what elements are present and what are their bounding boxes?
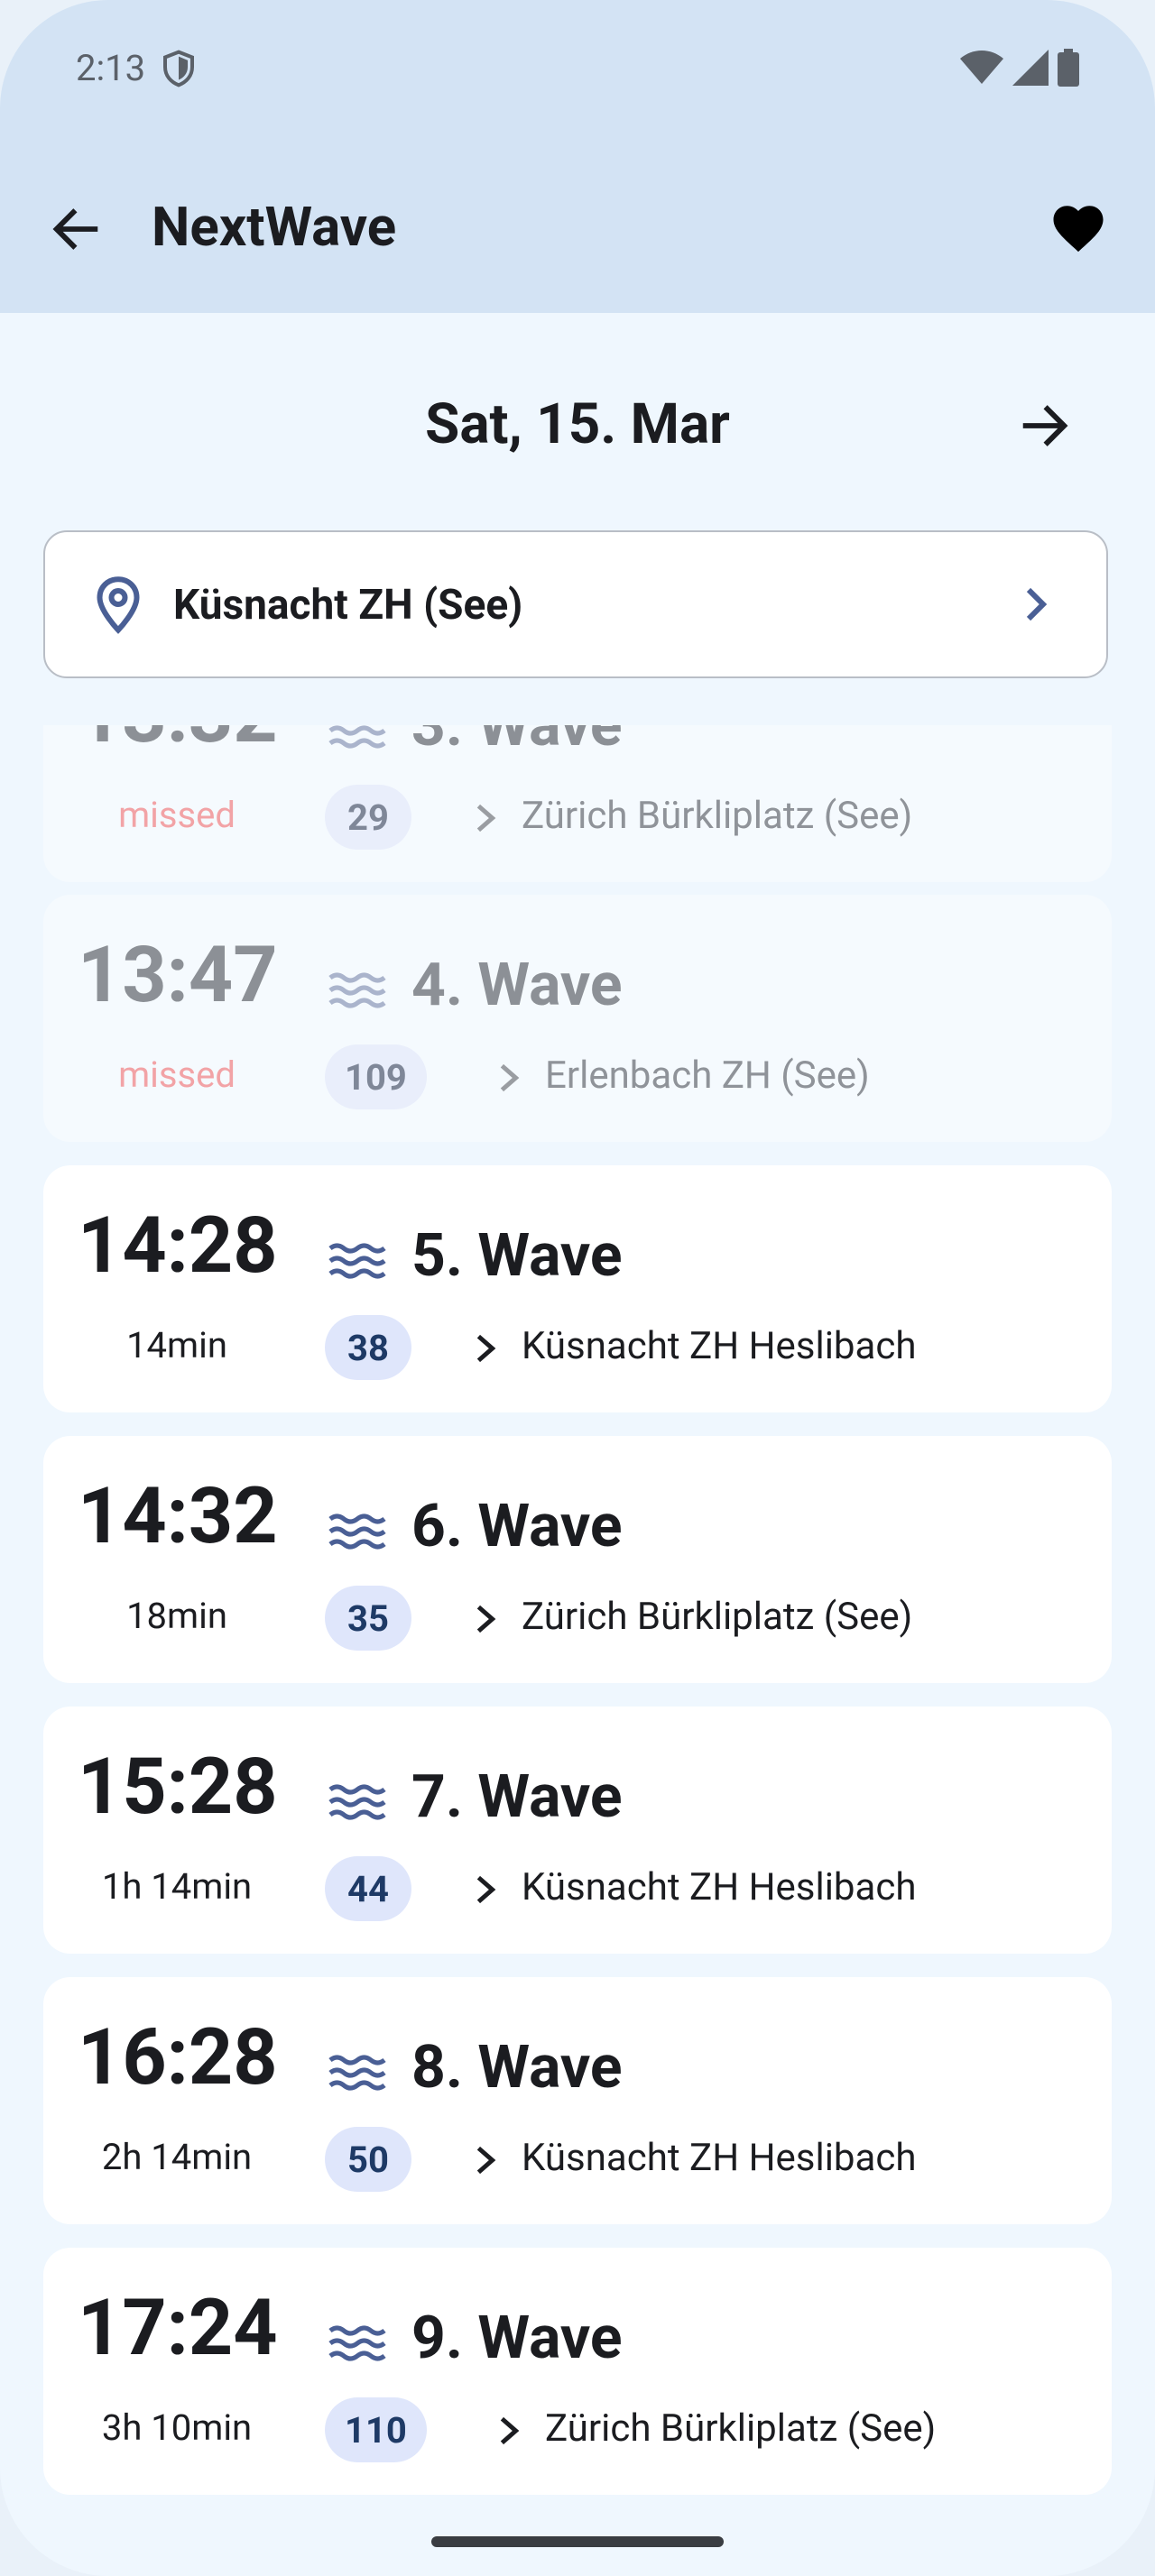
wave-count-badge: 44 (325, 1856, 411, 1921)
departure-card[interactable]: 17:24 3h 10min 9. Wave 110 Zürich Bürkli… (43, 2248, 1112, 2495)
departure-card-missed[interactable]: 13:47 missed 4. Wave 109 Erlenbach ZH (S… (43, 895, 1112, 1142)
departure-time: 14:28 (78, 1200, 278, 1291)
wave-number: 6. Wave (411, 1492, 623, 1561)
gesture-home-bar[interactable] (431, 2536, 724, 2547)
destination: Erlenbach ZH (See) (545, 1053, 870, 1098)
time-until-departure: 3h 10min (101, 2406, 253, 2449)
wave-count-badge: 35 (325, 1586, 411, 1651)
direction-chevron-icon (476, 1875, 496, 1904)
destination: Küsnacht ZH Heslibach (522, 1324, 917, 1368)
time-until-departure: 1h 14min (101, 1865, 253, 1908)
wave-number: 8. Wave (411, 2033, 623, 2102)
departure-card[interactable]: 16:28 2h 14min 8. Wave 50 Küsnacht ZH He… (43, 1977, 1112, 2224)
departure-card[interactable]: 15:28 1h 14min 7. Wave 44 Küsnacht ZH He… (43, 1707, 1112, 1954)
status-time: 2:13 (76, 47, 146, 89)
direction-chevron-icon (476, 2146, 496, 2175)
waves-icon (328, 1513, 386, 1550)
next-day-arrow-icon[interactable] (1016, 397, 1074, 455)
cellular-signal-icon (1012, 50, 1049, 86)
time-until-departure: 14min (126, 1324, 227, 1366)
waves-icon (328, 2325, 386, 2361)
wave-number: 4. Wave (411, 951, 623, 1020)
departure-card[interactable]: 14:32 18min 6. Wave 35 Zürich Bürkliplat… (43, 1436, 1112, 1683)
departure-time: 16:28 (78, 2011, 278, 2102)
destination: Zürich Bürkliplatz (See) (522, 1595, 913, 1639)
time-until-departure: 2h 14min (101, 2136, 253, 2178)
time-until-departure: 18min (126, 1595, 227, 1637)
waves-icon (328, 2055, 386, 2091)
wave-count-badge: 38 (325, 1315, 411, 1380)
station-name: Küsnacht ZH (See) (173, 581, 523, 630)
wave-count-badge: 109 (325, 1044, 427, 1109)
direction-chevron-icon (476, 804, 496, 833)
departure-time: 17:24 (78, 2282, 278, 2373)
back-arrow-icon[interactable] (47, 200, 105, 258)
departure-list[interactable]: 13:32 missed 3. Wave 29 Zürich Bürklipla… (0, 725, 1155, 2502)
waves-icon (328, 1784, 386, 1820)
wifi-icon (960, 51, 1003, 84)
destination: Zürich Bürkliplatz (See) (522, 794, 913, 838)
status-icons (960, 49, 1079, 87)
date-title: Sat, 15. Mar (425, 391, 730, 457)
wave-count-badge: 50 (325, 2127, 411, 2192)
wave-count-badge: 29 (325, 785, 411, 850)
departure-status: missed (118, 794, 236, 836)
location-pin-icon (97, 576, 140, 634)
wave-count-badge: 110 (325, 2397, 427, 2462)
direction-chevron-icon (500, 1063, 520, 1092)
destination: Zürich Bürkliplatz (See) (545, 2406, 937, 2451)
top-app-bar: 2:13 NextWave (0, 0, 1155, 313)
battery-icon (1058, 49, 1079, 87)
shield-icon (163, 50, 194, 87)
wave-number: 7. Wave (411, 1762, 623, 1832)
waves-icon (328, 972, 386, 1008)
direction-chevron-icon (500, 2416, 520, 2445)
direction-chevron-icon (476, 1334, 496, 1363)
departure-time: 13:47 (78, 929, 278, 1020)
departure-time: 15:28 (78, 1741, 278, 1832)
waves-icon (328, 725, 386, 749)
favorite-heart-icon[interactable] (1049, 198, 1108, 258)
departure-card[interactable]: 14:28 14min 5. Wave 38 Küsnacht ZH Hesli… (43, 1165, 1112, 1412)
destination: Küsnacht ZH Heslibach (522, 2136, 917, 2180)
destination: Küsnacht ZH Heslibach (522, 1865, 917, 1909)
departure-time: 14:32 (78, 1470, 278, 1561)
departure-time: 13:32 (78, 725, 278, 754)
direction-chevron-icon (476, 1605, 496, 1633)
departure-card-missed[interactable]: 13:32 missed 3. Wave 29 Zürich Bürklipla… (43, 725, 1112, 882)
wave-number: 9. Wave (411, 2304, 623, 2373)
app-title: NextWave (152, 195, 397, 259)
waves-icon (328, 1243, 386, 1279)
wave-number: 3. Wave (411, 725, 623, 760)
phone-screen: 2:13 NextWave Sat, 15. Mar Küsnacht ZH (… (0, 0, 1155, 2576)
date-navigator: Sat, 15. Mar (0, 379, 1155, 469)
station-selector[interactable]: Küsnacht ZH (See) (43, 530, 1108, 678)
wave-number: 5. Wave (411, 1221, 623, 1291)
chevron-right-icon (1026, 587, 1048, 621)
departure-status: missed (118, 1053, 236, 1096)
